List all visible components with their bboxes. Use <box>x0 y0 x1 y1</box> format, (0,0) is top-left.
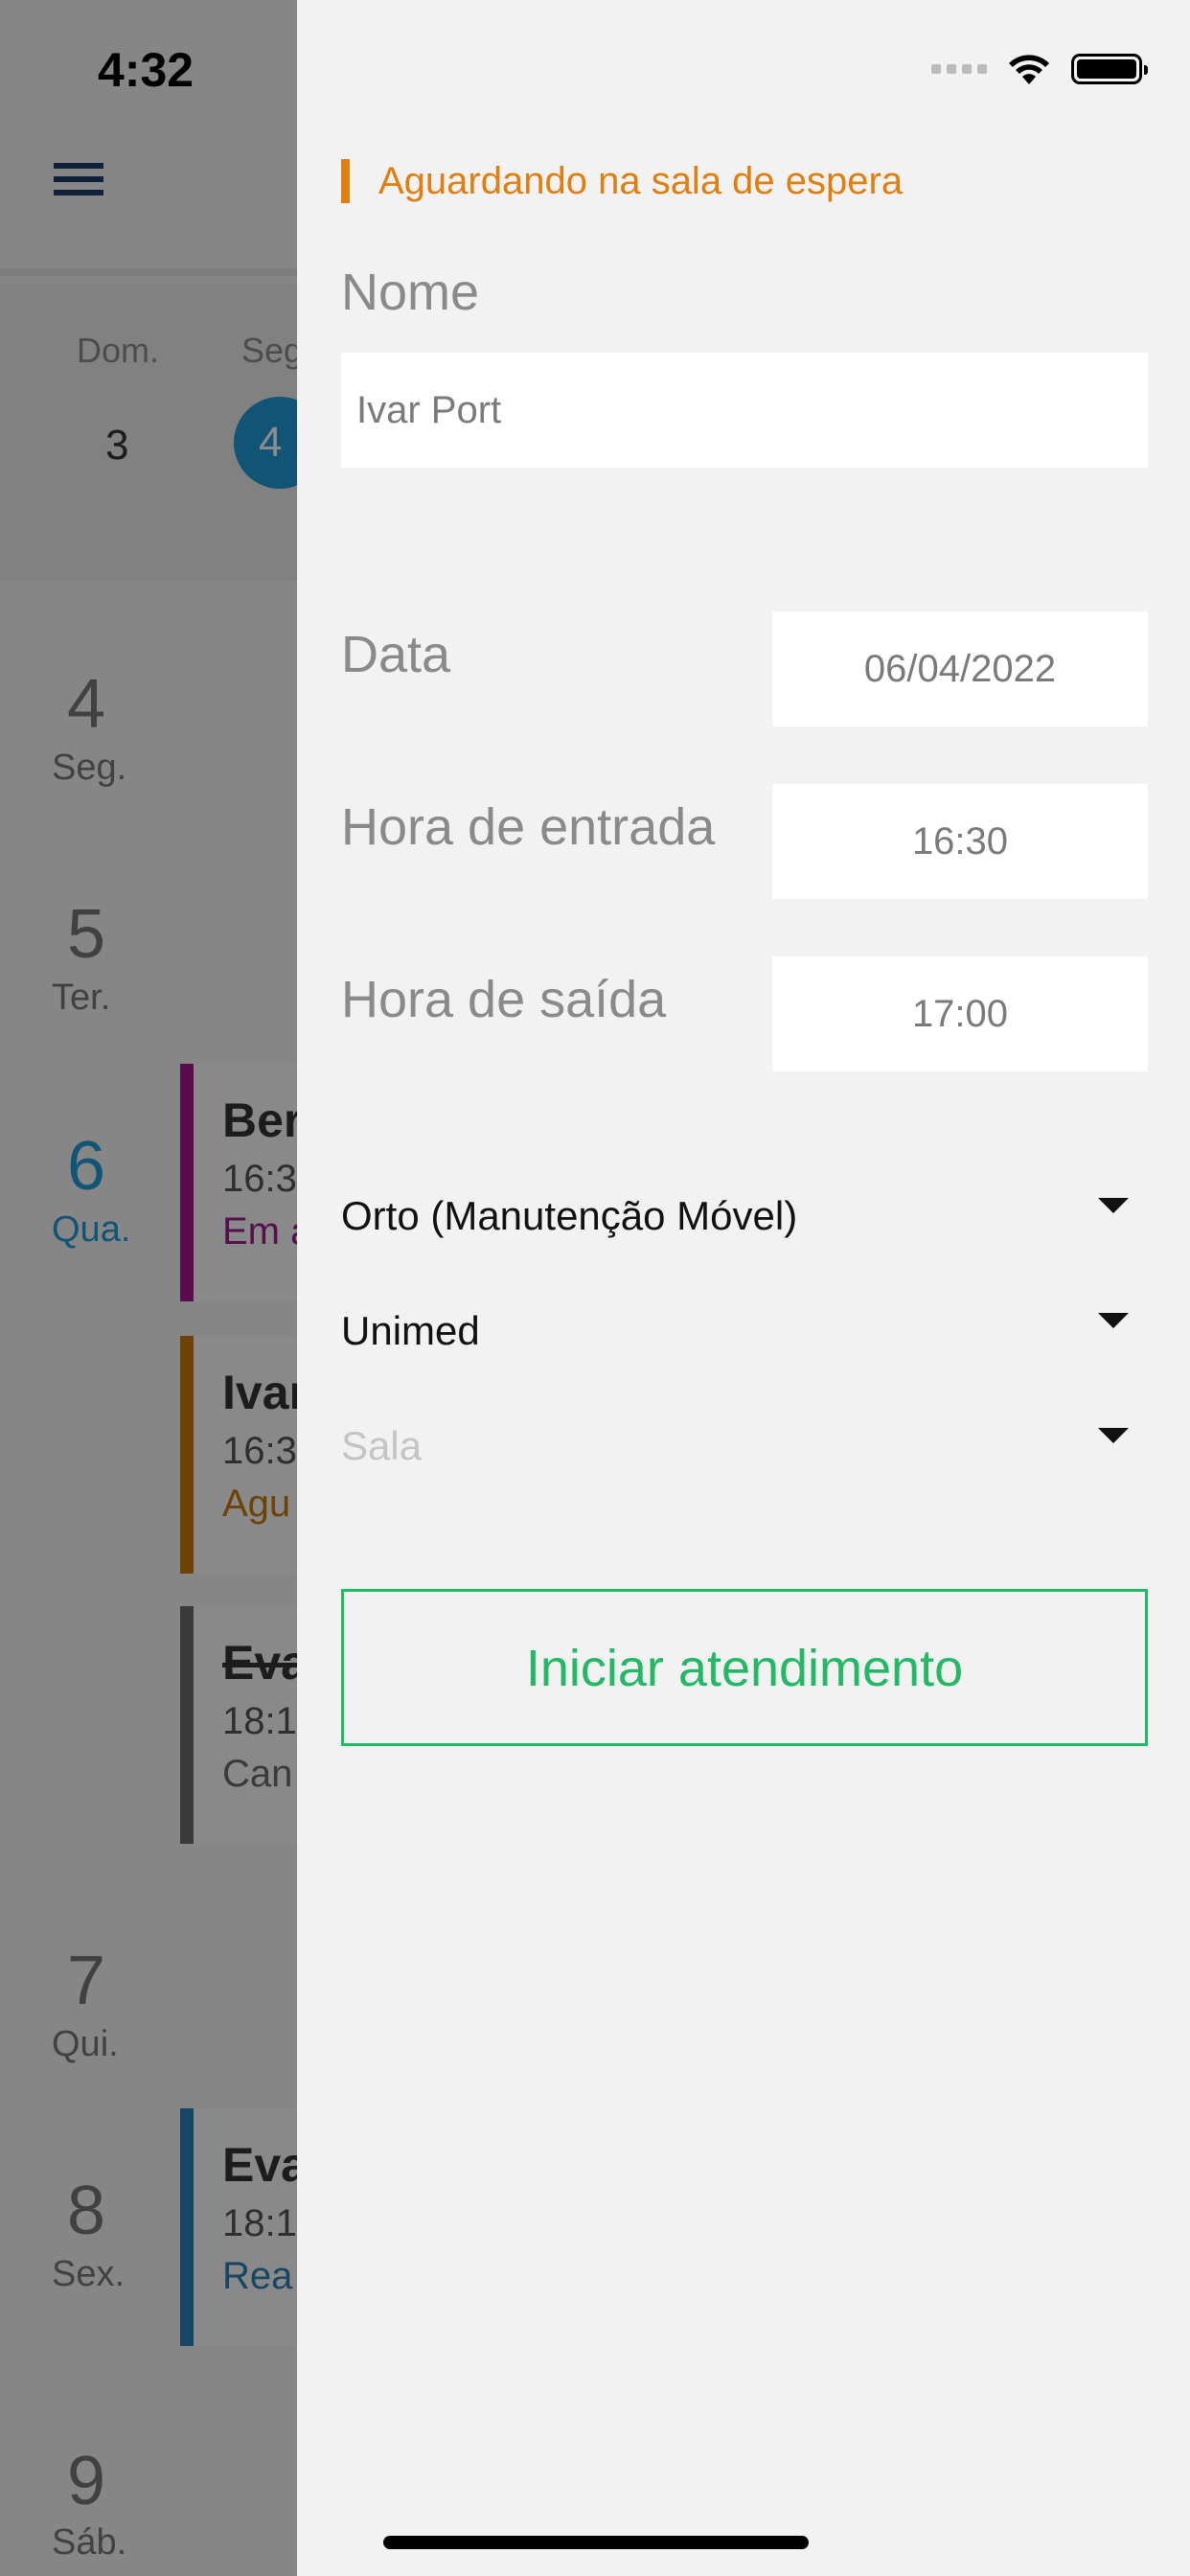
entry-time-label: Hora de entrada <box>341 798 716 856</box>
caret-down-icon <box>1098 1313 1129 1328</box>
wifi-icon <box>1009 55 1049 84</box>
caret-down-icon <box>1098 1198 1129 1213</box>
appointment-drawer: Aguardando na sala de espera Nome Ivar P… <box>297 0 1190 2576</box>
insurance-value: Unimed <box>341 1308 480 1353</box>
room-placeholder: Sala <box>341 1423 423 1468</box>
status-icons <box>931 52 1148 86</box>
exit-time-label: Hora de saída <box>341 971 667 1028</box>
date-label: Data <box>341 626 451 683</box>
battery-icon <box>1071 54 1148 84</box>
room-select[interactable]: Sala <box>341 1413 1148 1480</box>
cellular-signal-icon <box>931 64 987 74</box>
name-label: Nome <box>341 264 480 321</box>
exit-time-field[interactable]: 17:00 <box>772 956 1148 1071</box>
date-field[interactable]: 06/04/2022 <box>772 611 1148 726</box>
caret-down-icon <box>1098 1428 1129 1443</box>
name-field[interactable]: Ivar Port <box>341 353 1148 468</box>
procedure-select[interactable]: Orto (Manutenção Móvel) <box>341 1183 1148 1250</box>
entry-time-field[interactable]: 16:30 <box>772 784 1148 899</box>
procedure-value: Orto (Manutenção Móvel) <box>341 1193 798 1238</box>
appointment-status-label: Aguardando na sala de espera <box>341 159 903 203</box>
start-appointment-button[interactable]: Iniciar atendimento <box>341 1589 1148 1746</box>
insurance-select[interactable]: Unimed <box>341 1298 1148 1365</box>
home-indicator[interactable] <box>383 2536 809 2549</box>
